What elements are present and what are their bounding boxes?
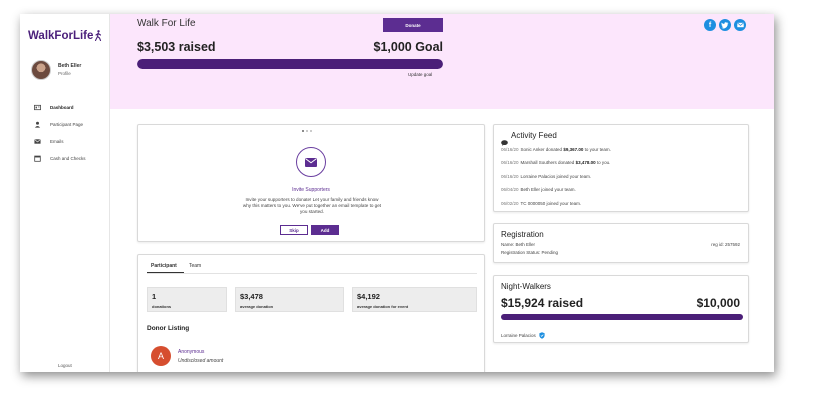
team-progress-bar	[501, 314, 743, 320]
invite-supporters-card: Invite Supporters Invite your supporters…	[137, 124, 485, 242]
skip-button[interactable]: Skip	[280, 225, 308, 235]
donor-avatar: A	[151, 346, 171, 366]
team-member-name: Lorraine Palacios	[501, 333, 536, 338]
stat-label: donations	[152, 304, 172, 309]
tab-divider	[147, 273, 477, 274]
team-member[interactable]: Lorraine Palacios	[501, 332, 545, 339]
profile-link[interactable]: Profile	[58, 71, 71, 76]
team-amount-raised: $15,924 raised	[501, 296, 584, 310]
tab-participant[interactable]: Participant	[151, 263, 177, 269]
sidebar-item-label: Cash and Checks	[50, 156, 86, 161]
sidebar: WalkForLife Beth Eller Profile Dashboard…	[20, 14, 110, 372]
twitter-icon[interactable]	[719, 19, 731, 31]
sidebar-item-label: Dashboard	[50, 105, 74, 110]
envelope-icon	[34, 139, 41, 144]
sidebar-item-emails[interactable]: Emails	[34, 138, 64, 145]
stat-label: average donation for event	[357, 304, 409, 309]
calendar-icon	[34, 155, 41, 162]
activity-feed-card: Activity Feed 06/16/20 Sonic Anker donate…	[493, 124, 749, 212]
stat-value: 1	[152, 292, 157, 301]
person-icon	[34, 121, 41, 128]
header-banner: Walk For Life Donate $3,503 raised $1,00…	[110, 14, 774, 109]
team-name: Night-Walkers	[501, 282, 551, 291]
sidebar-item-dashboard[interactable]: Dashboard	[34, 104, 74, 111]
envelope-icon	[296, 147, 326, 177]
activity-feed-title: Activity Feed	[511, 131, 557, 140]
registration-name: Name: Beth Eller	[501, 242, 536, 247]
dashboard-icon	[34, 104, 41, 111]
active-tab-indicator	[147, 272, 184, 273]
stat-value: $4,192	[357, 292, 380, 301]
feed-item: 06/16/20 Lorraine Palacios joined your te…	[501, 174, 592, 179]
amount-raised: $3,503 raised	[137, 40, 216, 54]
stat-value: $3,478	[240, 292, 263, 301]
feed-item: 06/02/20 TC 0000050 joined your team.	[501, 201, 582, 206]
walker-icon	[94, 30, 102, 44]
app-logo[interactable]: WalkForLife	[28, 30, 102, 44]
sidebar-item-label: Emails	[50, 139, 64, 144]
user-name: Beth Eller	[58, 63, 82, 69]
registration-title: Registration	[501, 230, 544, 239]
donor-listing-heading: Donor Listing	[147, 325, 190, 332]
logout-link[interactable]: Logout	[58, 363, 72, 368]
tab-team[interactable]: Team	[189, 263, 201, 269]
sidebar-item-cash-and-checks[interactable]: Cash and Checks	[34, 155, 86, 162]
logo-text: WalkForLife	[28, 30, 94, 42]
feed-item: 06/16/20 Sonic Anker donated $9,367.00 to…	[501, 147, 611, 152]
donate-button[interactable]: Donate	[383, 18, 443, 32]
progress-fill	[137, 59, 443, 69]
email-icon[interactable]	[734, 19, 746, 31]
carousel-dots[interactable]	[302, 130, 312, 132]
donor-amount: Undisclosed amount	[178, 358, 224, 364]
invite-title: Invite Supporters	[292, 187, 330, 193]
stat-donations: 1 donations	[147, 287, 227, 312]
fundraising-progress-bar	[137, 59, 443, 69]
sidebar-item-label: Participant Page	[50, 122, 84, 127]
stat-average-donation: $3,478 average donation	[235, 287, 344, 312]
registration-card: Registration Name: Beth Eller Registrati…	[493, 223, 749, 263]
update-goal-link[interactable]: Update goal	[408, 72, 432, 77]
team-card: Night-Walkers $15,924 raised $10,000 Lor…	[493, 275, 749, 343]
progress-fill	[501, 314, 743, 320]
registration-id: reg id: 257592	[711, 242, 740, 247]
team-goal: $10,000	[696, 296, 740, 310]
invite-description: Invite your supporters to donate! Let yo…	[242, 197, 382, 215]
facebook-icon[interactable]: f	[704, 19, 716, 31]
fundraising-goal: $1,000 Goal	[373, 40, 444, 54]
stat-label: average donation	[240, 304, 274, 309]
sidebar-item-participant-page[interactable]: Participant Page	[34, 121, 83, 128]
stat-average-donation-event: $4,192 average donation for event	[352, 287, 477, 312]
event-title: Walk For Life	[137, 18, 196, 29]
add-button[interactable]: Add	[311, 225, 339, 235]
shield-badge-icon	[539, 332, 545, 339]
donor-name[interactable]: Anonymous	[178, 349, 204, 355]
feed-item: 06/16/20 Marshall Southers donated $3,478…	[501, 160, 611, 165]
participant-stats-card: Participant Team 1 donations $3,478 aver…	[137, 254, 485, 372]
avatar[interactable]	[31, 60, 51, 80]
app-window: WalkForLife Beth Eller Profile Dashboard…	[20, 14, 774, 372]
registration-status: Registration Status: Pending	[501, 250, 559, 255]
feed-item: 06/04/20 Beth Eller joined your team.	[501, 187, 576, 192]
